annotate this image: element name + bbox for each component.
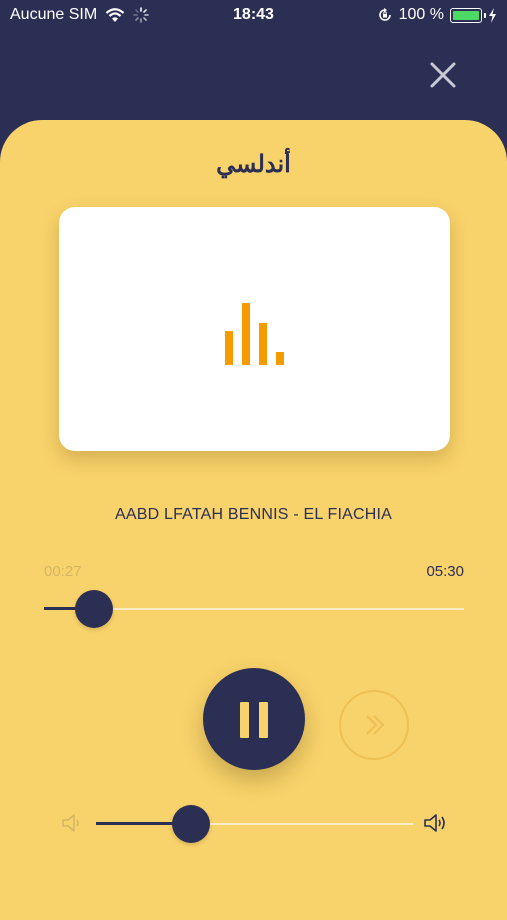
elapsed-time: 00:27 <box>44 563 82 580</box>
volume-slider[interactable] <box>96 804 413 844</box>
orientation-lock-icon <box>378 8 391 21</box>
track-name: AABD LFATAH BENNIS - EL FIACHIA <box>114 506 393 523</box>
battery-icon <box>450 7 486 23</box>
total-duration: 05:30 <box>426 563 464 580</box>
volume-high-icon[interactable] <box>423 812 447 834</box>
equalizer-icon <box>225 303 284 365</box>
status-bar: Aucune SIM 18:43 100 % <box>0 0 507 30</box>
pause-button[interactable] <box>203 668 305 770</box>
player-panel: أندلسي AABD LFATAH BENNIS - EL FIACHIA 0… <box>0 120 507 920</box>
progress-slider[interactable] <box>44 589 464 629</box>
close-icon <box>430 62 456 88</box>
volume-low-icon[interactable] <box>61 812 83 834</box>
status-right: 100 % <box>377 6 497 24</box>
artwork-card <box>59 207 450 451</box>
close-button[interactable] <box>428 60 458 90</box>
fast-forward-button[interactable] <box>339 690 409 760</box>
fast-forward-icon <box>366 715 384 735</box>
volume-thumb[interactable] <box>172 805 211 843</box>
progress-thumb[interactable] <box>75 590 114 628</box>
station-title: أندلسي <box>216 151 291 178</box>
battery-percent: 100 % <box>398 6 444 23</box>
charging-bolt-icon <box>489 7 496 23</box>
